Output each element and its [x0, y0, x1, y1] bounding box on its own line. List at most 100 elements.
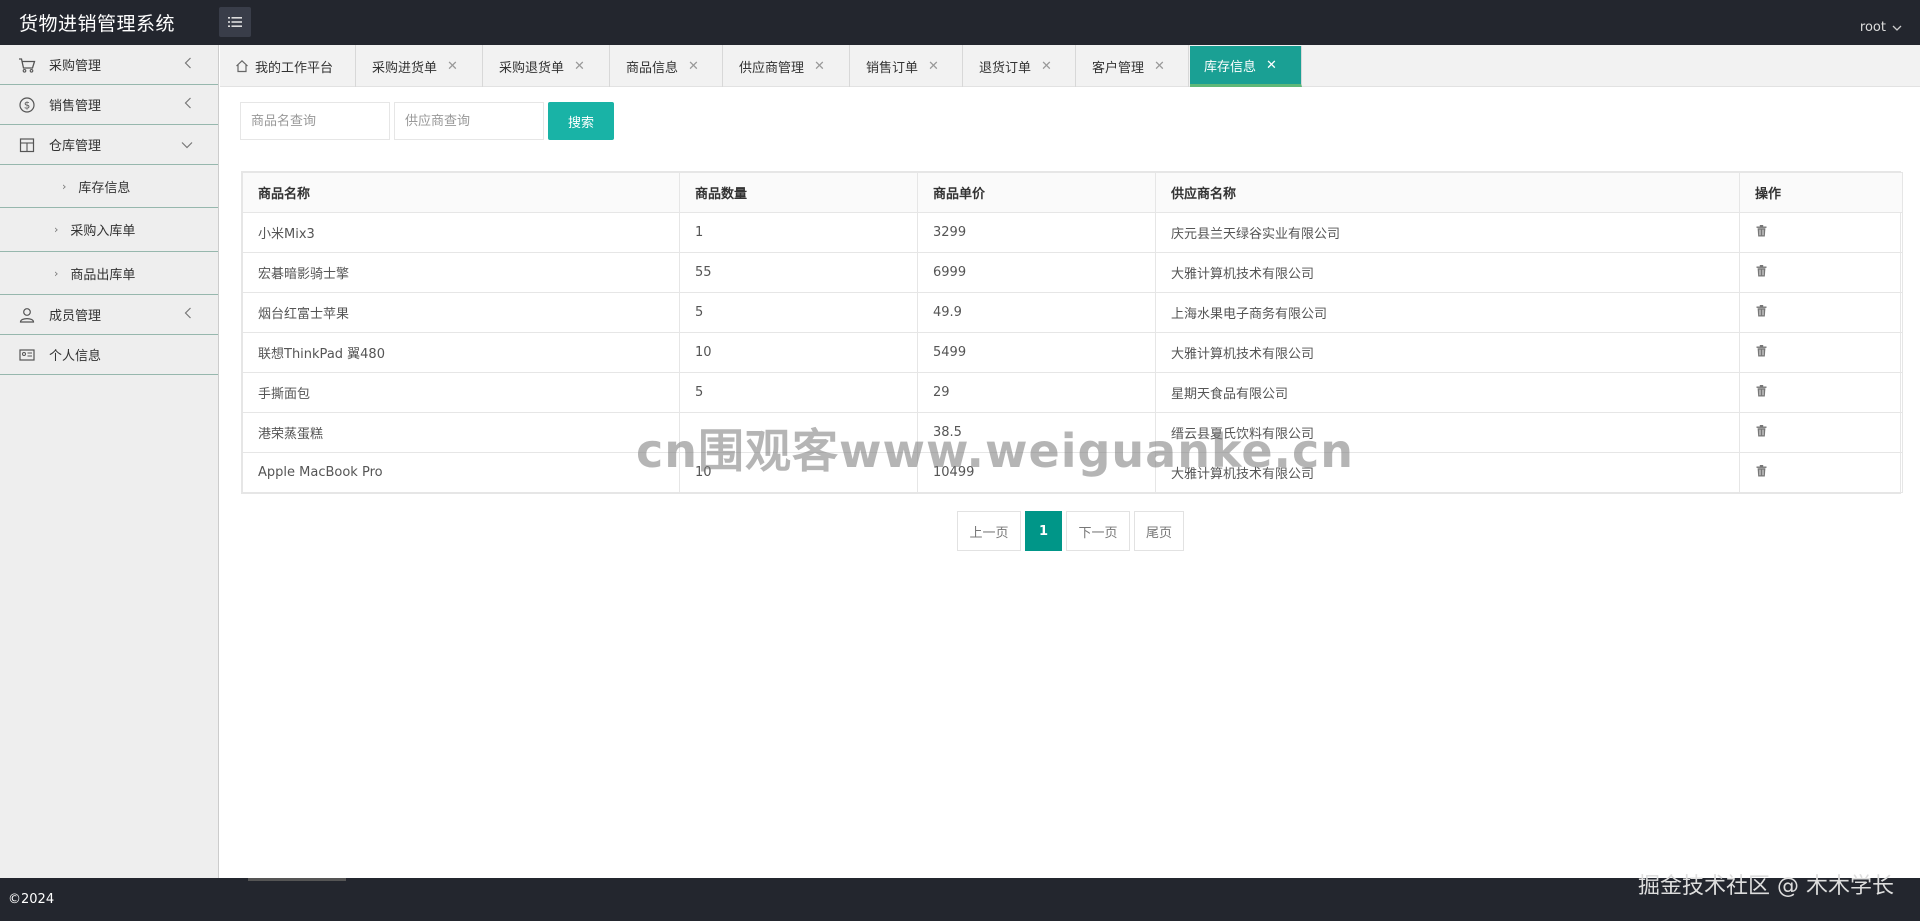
- table-row: 宏碁暗影骑士擎 55 6999 大雅计算机技术有限公司: [242, 252, 1903, 293]
- close-icon[interactable]: ✕: [928, 59, 939, 74]
- cell-product-name: Apple MacBook Pro: [242, 452, 680, 493]
- close-icon[interactable]: ✕: [447, 59, 458, 74]
- tab-label: 采购退货单: [499, 60, 565, 76]
- community-watermark: 掘金技术社区 @ 木木学长: [1638, 874, 1894, 899]
- sidebar-item-label: 仓库管理: [49, 139, 102, 154]
- table-row: Apple MacBook Pro 10 10499 大雅计算机技术有限公司: [242, 452, 1903, 493]
- copyright-text: ©2024: [8, 892, 55, 907]
- sidebar-item-warehouse[interactable]: 仓库管理: [0, 125, 218, 165]
- sidebar-item-label: 个人信息: [49, 349, 102, 364]
- chevron-left-icon: [184, 307, 191, 319]
- cell-actions: [1739, 212, 1903, 253]
- cell-supplier: 大雅计算机技术有限公司: [1155, 332, 1740, 373]
- warehouse-icon: [18, 136, 36, 154]
- chevron-right-icon: ›: [62, 179, 67, 193]
- trash-icon[interactable]: [1756, 224, 1767, 237]
- sidebar: 采购管理 $ 销售管理 仓库管理 › 库存信息 › 采购入库单 › 商品出库单 …: [0, 45, 219, 878]
- close-icon[interactable]: ✕: [814, 59, 825, 74]
- supplier-search-input[interactable]: [394, 102, 544, 140]
- cell-quantity: [679, 412, 918, 453]
- trash-icon[interactable]: [1756, 264, 1767, 277]
- tab-supplier-management[interactable]: 供应商管理 ✕: [723, 45, 850, 87]
- sidebar-subitem-label: 库存信息: [78, 180, 131, 196]
- sidebar-item-purchase[interactable]: 采购管理: [0, 45, 218, 85]
- trash-icon[interactable]: [1756, 464, 1767, 477]
- product-name-search-input[interactable]: [240, 102, 390, 140]
- cart-icon: [18, 56, 36, 74]
- cell-supplier: 上海水果电子商务有限公司: [1155, 292, 1740, 333]
- table-header-row: 商品名称 商品数量 商品单价 供应商名称 操作: [242, 172, 1903, 213]
- cell-supplier: 缙云县夏氏饮料有限公司: [1155, 412, 1740, 453]
- cell-unit-price: 3299: [917, 212, 1156, 253]
- sidebar-subitem-purchase-inbound[interactable]: › 采购入库单: [0, 207, 218, 251]
- column-header: 商品单价: [917, 172, 1156, 213]
- close-icon[interactable]: ✕: [1154, 59, 1165, 74]
- table-row: 港荣蒸蛋糕 38.5 缙云县夏氏饮料有限公司: [242, 412, 1903, 453]
- list-icon: [228, 17, 242, 27]
- stock-table: 商品名称 商品数量 商品单价 供应商名称 操作 小米Mix3 1 3299 庆元…: [241, 171, 1903, 494]
- cell-quantity: 10: [679, 332, 918, 373]
- cell-supplier: 大雅计算机技术有限公司: [1155, 452, 1740, 493]
- cell-product-name: 联想ThinkPad 翼480: [242, 332, 680, 373]
- column-header: 供应商名称: [1155, 172, 1740, 213]
- pagination-prev-button[interactable]: 上一页: [957, 511, 1021, 551]
- user-icon: [18, 306, 36, 324]
- sidebar-item-profile[interactable]: 个人信息: [0, 335, 218, 375]
- search-button[interactable]: 搜索: [548, 102, 614, 140]
- cell-unit-price: 38.5: [917, 412, 1156, 453]
- menu-toggle-button[interactable]: [219, 7, 251, 37]
- trash-icon[interactable]: [1756, 304, 1767, 317]
- id-card-icon: [18, 346, 36, 364]
- tab-workbench[interactable]: 我的工作平台: [220, 45, 356, 87]
- tab-label: 退货订单: [979, 60, 1032, 76]
- cell-unit-price: 10499: [917, 452, 1156, 493]
- close-icon[interactable]: ✕: [574, 59, 585, 74]
- tab-label: 商品信息: [626, 60, 679, 76]
- table-row: 烟台红富士苹果 5 49.9 上海水果电子商务有限公司: [242, 292, 1903, 333]
- cell-actions: [1739, 332, 1903, 373]
- close-icon[interactable]: ✕: [688, 59, 699, 74]
- cell-actions: [1739, 412, 1903, 453]
- trash-icon[interactable]: [1756, 384, 1767, 397]
- cell-actions: [1739, 292, 1903, 333]
- pagination-current-page[interactable]: 1: [1025, 511, 1062, 551]
- chevron-right-icon: ›: [54, 223, 59, 236]
- tab-purchase-return[interactable]: 采购退货单 ✕: [483, 45, 610, 87]
- tab-label: 我的工作平台: [255, 60, 334, 76]
- chevron-left-icon: [184, 57, 191, 69]
- close-icon[interactable]: ✕: [1266, 58, 1277, 73]
- table-row: 联想ThinkPad 翼480 10 5499 大雅计算机技术有限公司: [242, 332, 1903, 373]
- tab-stock-info[interactable]: 库存信息 ✕: [1190, 46, 1302, 87]
- table-row: 手撕面包 5 29 星期天食品有限公司: [242, 372, 1903, 413]
- cell-product-name: 小米Mix3: [242, 212, 680, 253]
- sidebar-subitem-stock-info[interactable]: › 库存信息: [0, 165, 218, 207]
- cell-unit-price: 5499: [917, 332, 1156, 373]
- cell-supplier: 大雅计算机技术有限公司: [1155, 252, 1740, 293]
- tab-sales-order[interactable]: 销售订单 ✕: [850, 45, 963, 87]
- cell-quantity: 5: [679, 292, 918, 333]
- tab-return-order[interactable]: 退货订单 ✕: [963, 45, 1076, 87]
- sidebar-item-members[interactable]: 成员管理: [0, 295, 218, 335]
- pagination-next-button[interactable]: 下一页: [1066, 511, 1130, 551]
- tab-purchase-order[interactable]: 采购进货单 ✕: [356, 45, 483, 87]
- cell-actions: [1739, 452, 1903, 493]
- trash-icon[interactable]: [1756, 344, 1767, 357]
- footer: ©2024 掘金技术社区 @ 木木学长: [0, 874, 1920, 921]
- column-header: 商品数量: [679, 172, 918, 213]
- cell-product-name: 手撕面包: [242, 372, 680, 413]
- app-title: 货物进销管理系统: [19, 13, 176, 35]
- tab-customer-management[interactable]: 客户管理 ✕: [1076, 45, 1189, 87]
- trash-icon[interactable]: [1756, 424, 1767, 437]
- cell-actions: [1739, 252, 1903, 293]
- sidebar-subitem-product-outbound[interactable]: › 商品出库单: [0, 251, 218, 295]
- cell-actions: [1739, 372, 1903, 413]
- pagination-last-button[interactable]: 尾页: [1134, 511, 1184, 551]
- app-header: 货物进销管理系统 root: [0, 0, 1920, 45]
- tab-product-info[interactable]: 商品信息 ✕: [610, 45, 723, 87]
- close-icon[interactable]: ✕: [1041, 59, 1052, 74]
- dollar-icon: $: [18, 96, 36, 114]
- sidebar-item-sales[interactable]: $ 销售管理: [0, 85, 218, 125]
- cell-product-name: 港荣蒸蛋糕: [242, 412, 680, 453]
- user-menu[interactable]: root: [1860, 20, 1902, 35]
- tab-bar: 我的工作平台 采购进货单 ✕ 采购退货单 ✕ 商品信息 ✕ 供应商管理 ✕ 销售…: [220, 45, 1920, 87]
